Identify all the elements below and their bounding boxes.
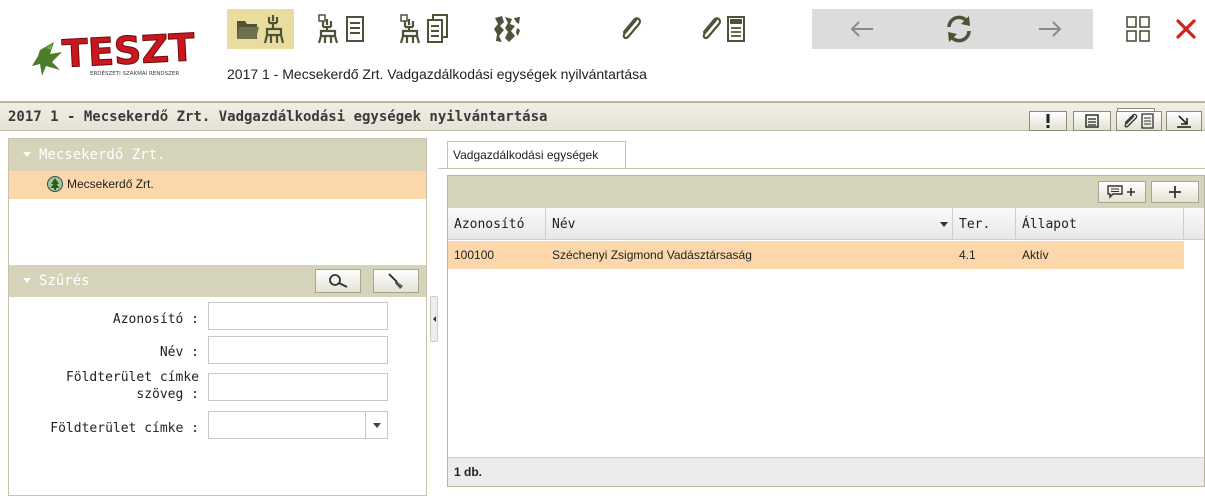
document-icon [1085,114,1099,128]
tree-icon [47,176,63,192]
refresh-button[interactable] [912,9,1006,49]
refresh-icon [947,15,971,43]
nev-label: Név : [159,345,199,360]
svg-text:TESZT: TESZT [61,25,196,76]
nev-input[interactable] [208,336,388,364]
folder-deer-icon [236,15,284,44]
column-ter[interactable]: Ter. [953,208,1016,239]
collapse-left-icon [432,316,436,322]
collapse-triangle-icon [23,152,31,157]
azonosito-label: Azonosító : [112,312,199,327]
grid-toolbar [448,176,1204,208]
section-bar: 2017 1 - Mecsekerdő Zrt. Vadgazdálkodási… [0,101,1205,131]
clear-filter-button[interactable] [373,269,419,293]
filter-panel-title: Szűrés [39,273,90,289]
forward-arrow-icon [1038,21,1061,37]
deer-documents-icon [399,14,448,44]
column-allapot[interactable]: Állapot [1016,208,1184,239]
tab-vadgazdalkodasi-egysegek[interactable]: Vadgazdálkodási egységek [447,141,626,169]
paperclip-pdf-icon [702,16,745,42]
close-icon [1175,19,1196,39]
map-button[interactable] [473,9,540,49]
filter-panel-header[interactable]: Szűrés [9,265,426,297]
cell-allapot: Aktív [1022,248,1049,262]
left-panel: Mecsekerdő Zrt. Mecsekerdő Zrt. Szűrés A… [8,138,427,496]
sort-desc-icon[interactable] [940,222,948,227]
search-icon [329,274,348,288]
deer-document-icon [317,14,364,44]
cimke-szoveg-label-line2: szöveg : [136,387,199,402]
svg-text:ERDÉSZETI SZAKMAI RENDSZER: ERDÉSZETI SZAKMAI RENDSZER [90,69,179,77]
map-icon [493,16,520,42]
cimke-szoveg-label-line1: Földterület címke [65,370,199,385]
attachment-button[interactable] [597,9,664,49]
org-panel-title: Mecsekerdő Zrt. [39,147,166,163]
azonosito-input[interactable] [208,302,388,330]
comment-plus-icon [1107,185,1135,199]
attachment-document-button[interactable] [1116,111,1162,131]
app-title: 2017 1 - Mecsekerdő Zrt. Vadgazdálkodási… [227,66,647,82]
cimke-select[interactable] [208,411,388,439]
deer-documents-button[interactable] [391,9,458,49]
org-tree-item[interactable]: Mecsekerdő Zrt. [9,171,426,199]
column-nev[interactable]: Név [546,208,953,239]
paperclip-icon [622,17,641,40]
column-nev-label: Név [552,217,576,232]
deer-document-button[interactable] [309,9,376,49]
app-header: TESZT ERDÉSZETI SZAKMAI RENDSZER 2017 1 … [0,0,1205,95]
grid-header: Azonosító Név Ter. Állapot [448,208,1204,240]
column-azonosito[interactable]: Azonosító [448,208,546,239]
cimke-label: Földterület címke : [50,421,199,436]
broom-icon [388,273,403,289]
search-button[interactable] [315,269,361,293]
export-button[interactable] [1166,111,1202,131]
attachment-document-icon [1124,113,1154,129]
exclamation-icon [1046,114,1050,128]
cell-azonosito: 100100 [454,248,495,262]
chevron-down-icon[interactable] [365,412,387,438]
panel-splitter-handle[interactable] [430,296,438,342]
alert-button-main[interactable] [1029,111,1067,131]
teszt-logo: TESZT ERDÉSZETI SZAKMAI RENDSZER [32,20,212,80]
add-comment-button[interactable] [1098,181,1146,203]
cell-ter: 4.1 [959,248,976,262]
folder-deer-button[interactable] [227,9,294,49]
cimke-szoveg-input[interactable] [208,373,388,401]
org-tree-label: Mecsekerdő Zrt. [67,177,154,191]
plus-icon [1169,186,1181,198]
back-button[interactable] [812,9,912,49]
data-grid: Azonosító Név Ter. Állapot 100100 Széche… [447,175,1205,487]
org-panel-header[interactable]: Mecsekerdő Zrt. [9,139,426,171]
back-arrow-icon [850,21,873,37]
row-count: 1 db. [454,465,483,479]
grid-view-button[interactable] [1113,9,1163,49]
close-button[interactable] [1166,9,1205,49]
section-title: 2017 1 - Mecsekerdő Zrt. Vadgazdálkodási… [8,109,548,125]
table-row[interactable]: 100100 Széchenyi Zsigmond Vadásztársaság… [448,241,1184,269]
attachment-pdf-button[interactable] [692,9,759,49]
forward-button[interactable] [1006,9,1093,49]
add-row-button[interactable] [1151,181,1199,203]
document-button[interactable] [1073,111,1111,131]
export-icon [1177,115,1191,128]
cell-nev: Széchenyi Zsigmond Vadásztársaság [552,248,752,262]
grid-footer: 1 db. [448,457,1204,486]
collapse-triangle-icon [23,278,31,283]
tab-divider [438,168,1205,169]
grid-icon [1126,16,1150,42]
